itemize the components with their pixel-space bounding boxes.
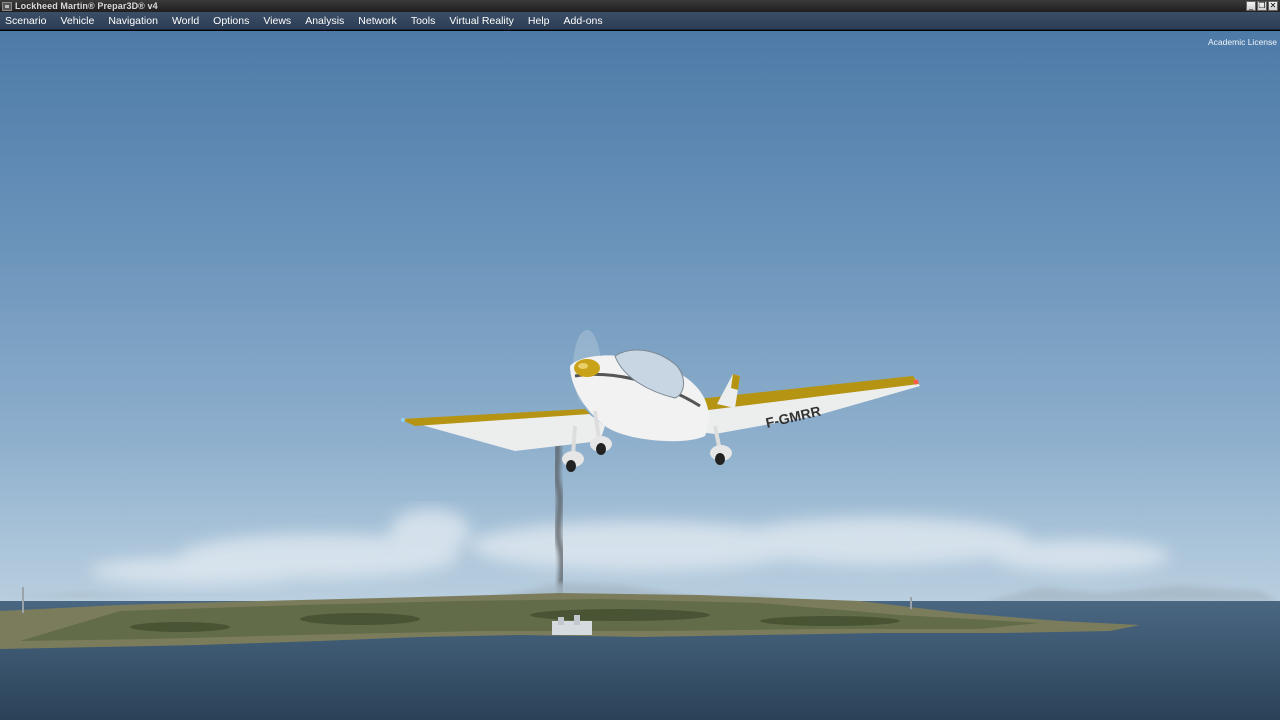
close-icon[interactable]: ✕ [1268,1,1278,11]
app-icon [2,1,12,11]
menu-add-ons[interactable]: Add-ons [557,12,610,30]
menu-scenario[interactable]: Scenario [0,12,53,30]
menu-options[interactable]: Options [206,12,256,30]
menu-vehicle[interactable]: Vehicle [53,12,101,30]
coastline-terrain [0,583,1280,720]
menu-virtual-reality[interactable]: Virtual Reality [442,12,521,30]
simulator-viewport[interactable]: Academic License F-GMRR [0,31,1280,720]
menu-navigation[interactable]: Navigation [101,12,165,30]
menu-help[interactable]: Help [521,12,557,30]
aircraft: F-GMRR [400,330,920,472]
menu-network[interactable]: Network [351,12,404,30]
menu-views[interactable]: Views [256,12,298,30]
minimize-icon[interactable]: _ [1246,1,1256,11]
restore-icon[interactable]: ❐ [1257,1,1267,11]
menu-bar: Scenario Vehicle Navigation World Option… [0,12,1280,30]
license-label: Academic License [1208,37,1277,47]
window-title: Lockheed Martin® Prepar3D® v4 [15,1,158,11]
window-controls: _ ❐ ✕ [1246,1,1278,11]
menu-world[interactable]: World [165,12,206,30]
menu-tools[interactable]: Tools [404,12,443,30]
menu-analysis[interactable]: Analysis [298,12,351,30]
title-bar: Lockheed Martin® Prepar3D® v4 _ ❐ ✕ [0,0,1280,12]
